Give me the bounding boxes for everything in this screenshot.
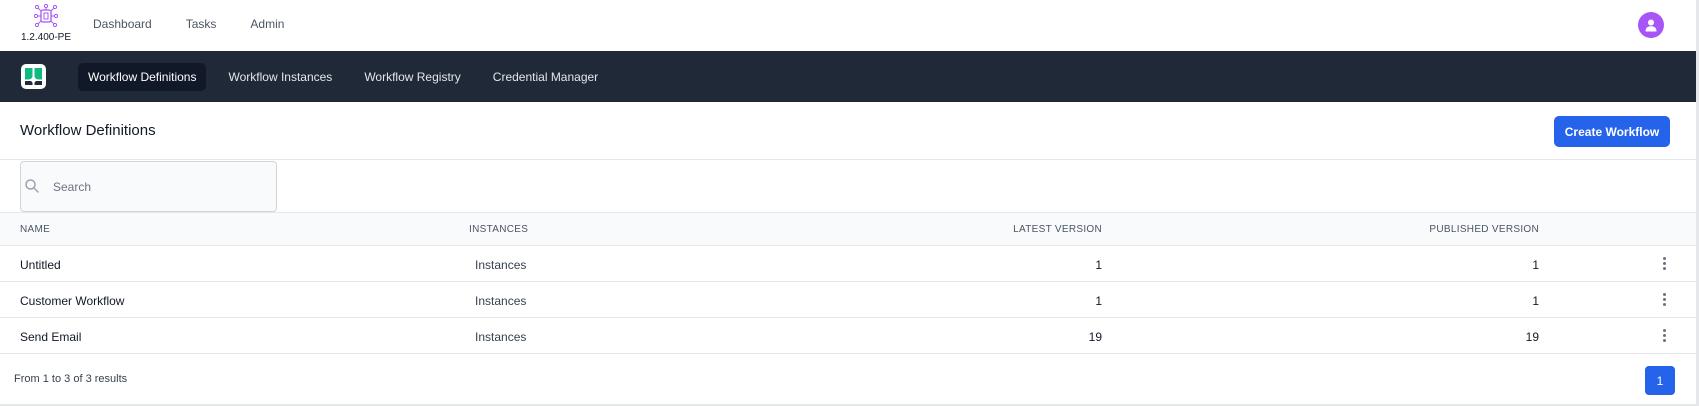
results-suffix: results [91, 373, 128, 385]
page-title: Workflow Definitions [20, 122, 156, 139]
results-summary: From 1 to 3 of 3 results [14, 373, 127, 385]
top-header: 1.2.400-PE Dashboard Tasks Admin [0, 0, 1699, 51]
latest-version-value: 1 [1095, 294, 1102, 308]
latest-version-value: 19 [1088, 330, 1102, 344]
app-tabs: Workflow Definitions Workflow Instances … [78, 63, 620, 91]
table-row: Customer Workflow Instances 1 1 [0, 282, 1699, 318]
workflow-name-link[interactable]: Send Email [20, 330, 81, 344]
tab-workflow-instances[interactable]: Workflow Instances [218, 63, 342, 91]
row-menu-icon[interactable] [1658, 292, 1670, 308]
row-menu-icon[interactable] [1658, 256, 1670, 272]
table-row: Untitled Instances 1 1 [0, 246, 1699, 282]
instances-link[interactable]: Instances [475, 330, 526, 344]
search-icon [25, 179, 39, 193]
results-to: to [48, 373, 65, 385]
column-header-instances[interactable]: INSTANCES [469, 224, 528, 235]
table-row: Send Email Instances 19 19 [0, 318, 1699, 354]
results-prefix: From [14, 373, 43, 385]
avatar[interactable] [1638, 12, 1664, 38]
published-version-value: 19 [1525, 330, 1539, 344]
published-version-value: 1 [1532, 258, 1539, 272]
column-header-published-version[interactable]: PUBLISHED VERSION [1429, 224, 1539, 235]
nav-dashboard[interactable]: Dashboard [93, 17, 152, 31]
tab-workflow-definitions[interactable]: Workflow Definitions [78, 63, 207, 91]
workflow-name-link[interactable]: Untitled [20, 258, 61, 272]
app-nav-bar: Workflow Definitions Workflow Instances … [0, 51, 1699, 102]
nav-tasks[interactable]: Tasks [186, 17, 217, 31]
version-label: 1.2.400-PE [20, 32, 72, 43]
row-menu-icon[interactable] [1658, 328, 1670, 344]
instances-link[interactable]: Instances [475, 294, 526, 308]
page-button-1[interactable]: 1 [1645, 366, 1675, 395]
search-input[interactable] [53, 178, 263, 196]
nav-admin[interactable]: Admin [250, 17, 284, 31]
tab-credential-manager[interactable]: Credential Manager [483, 63, 608, 91]
page-header: Workflow Definitions Create Workflow [0, 102, 1699, 160]
workflow-name-link[interactable]: Customer Workflow [20, 294, 124, 308]
column-header-latest-version[interactable]: LATEST VERSION [1013, 224, 1102, 235]
main-panel: Workflow Definitions Create Workflow NAM… [0, 102, 1699, 406]
search-box [20, 161, 277, 212]
published-version-value: 1 [1532, 294, 1539, 308]
tab-workflow-registry[interactable]: Workflow Registry [354, 63, 470, 91]
table-header: NAME INSTANCES LATEST VERSION PUBLISHED … [0, 212, 1699, 246]
latest-version-value: 1 [1095, 258, 1102, 272]
instances-link[interactable]: Instances [475, 258, 526, 272]
pagination-footer: From 1 to 3 of 3 results 1 [0, 354, 1699, 406]
user-icon [1645, 19, 1657, 32]
create-workflow-button[interactable]: Create Workflow [1554, 116, 1670, 147]
column-header-name[interactable]: NAME [20, 224, 50, 235]
top-nav: Dashboard Tasks Admin [93, 17, 318, 31]
app-logo-icon[interactable] [21, 64, 46, 89]
circuit-logo-icon [33, 3, 59, 28]
results-of: of [70, 373, 86, 385]
product-logo[interactable]: 1.2.400-PE [20, 3, 72, 47]
